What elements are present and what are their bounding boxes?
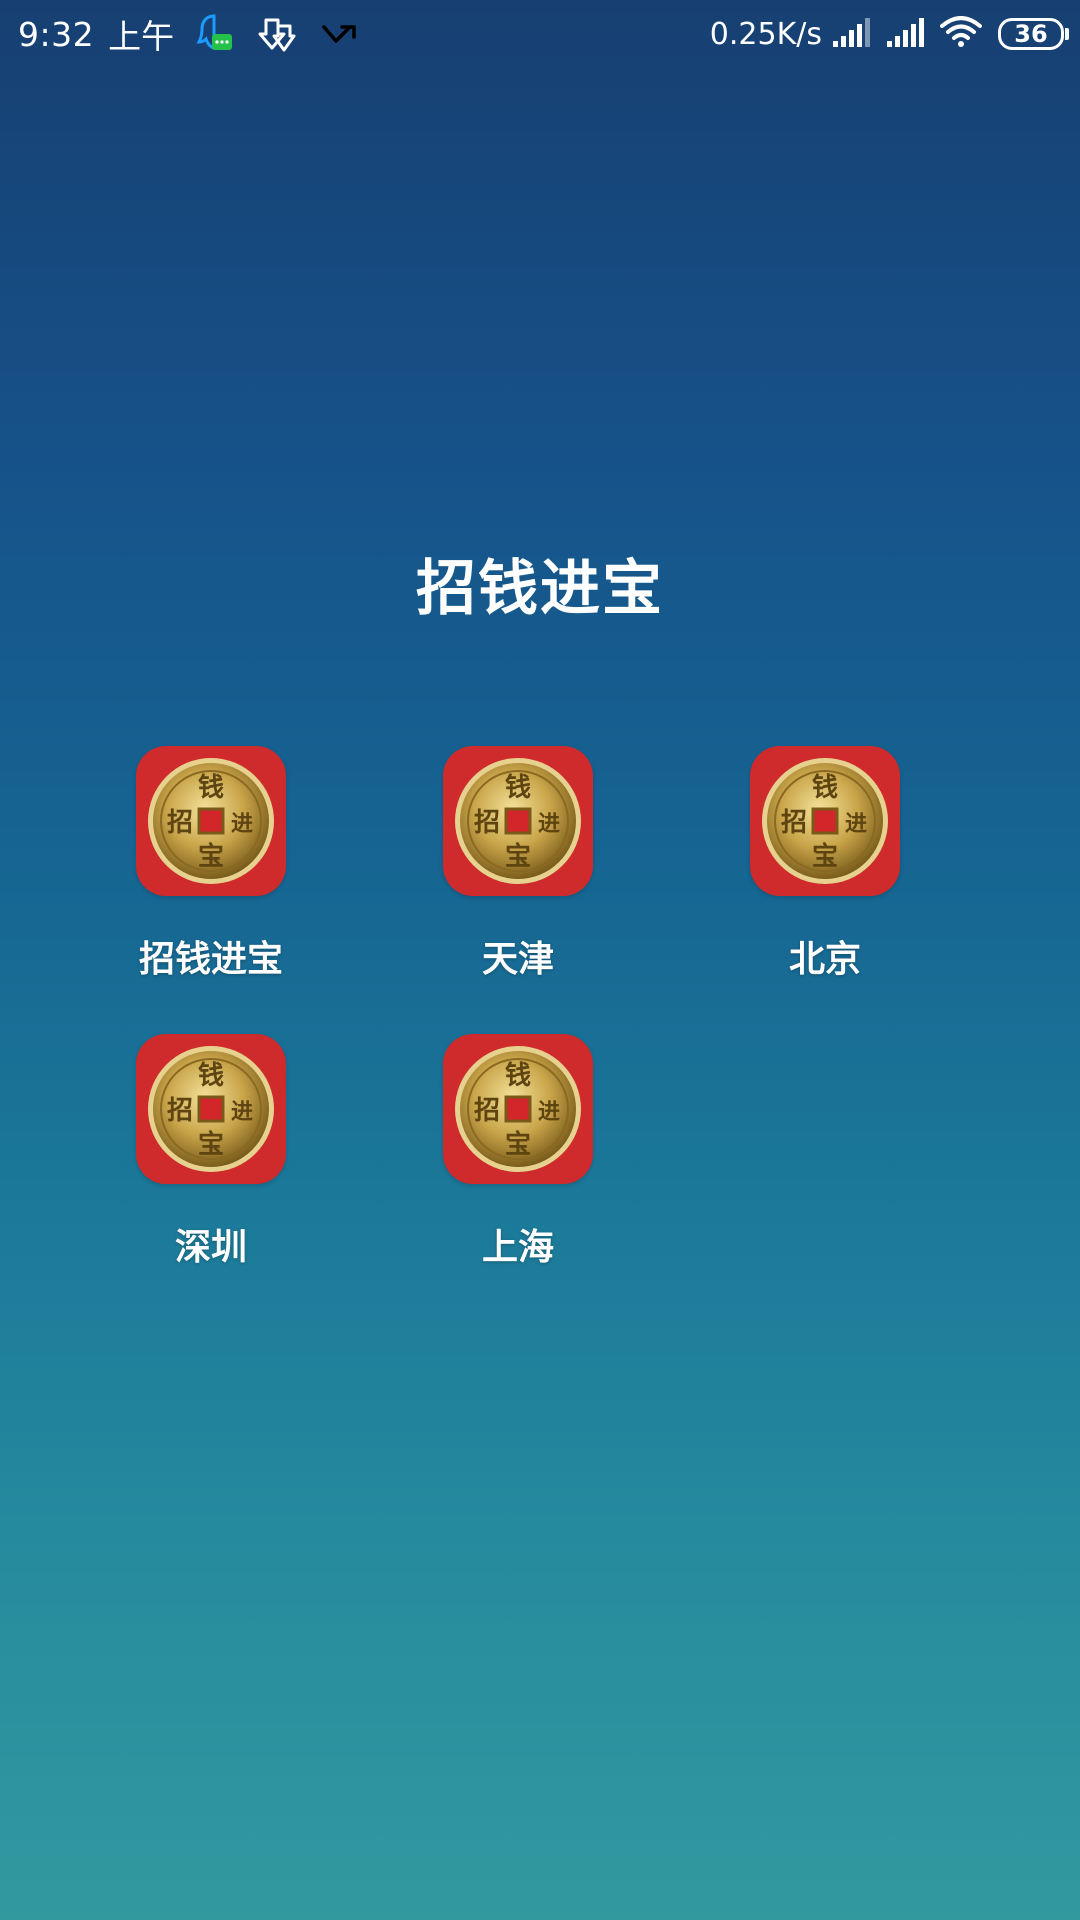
coin-glyph-top: 钱 bbox=[812, 773, 838, 803]
battery-icon: 36 bbox=[998, 18, 1069, 50]
status-bar: 9:32 上午 0.25K/s 36 bbox=[0, 0, 1080, 72]
app-label[interactable]: 上海 bbox=[418, 1218, 618, 1270]
coin-glyph-top: 钱 bbox=[198, 773, 224, 803]
coin-app-icon[interactable]: 钱 招 进 宝 bbox=[136, 746, 286, 896]
network-speed: 0.25K/s bbox=[709, 16, 822, 52]
download-icon bbox=[258, 14, 298, 54]
coin-glyph-bottom: 宝 bbox=[505, 1129, 531, 1160]
signal-icon bbox=[832, 17, 872, 51]
status-left: 9:32 上午 bbox=[18, 12, 360, 56]
coin-glyph-top: 钱 bbox=[505, 1061, 531, 1091]
app-label[interactable]: 天津 bbox=[418, 930, 618, 982]
app-beijing[interactable]: 钱 招 进 宝 北京 bbox=[725, 746, 925, 982]
coin-glyph-left: 招 bbox=[167, 1096, 193, 1126]
status-ampm: 上午 bbox=[108, 17, 175, 56]
app-label[interactable]: 北京 bbox=[725, 930, 925, 982]
app-tianjin[interactable]: 钱 招 进 宝 天津 bbox=[418, 746, 618, 982]
coin-glyph-right: 进 bbox=[538, 1100, 560, 1125]
coin-glyph-left: 招 bbox=[474, 808, 500, 838]
coin-glyph-top: 钱 bbox=[505, 773, 531, 803]
coin-app-icon[interactable]: 钱 招 进 宝 bbox=[443, 746, 593, 896]
missed-call-icon bbox=[320, 19, 360, 49]
coin-glyph-left: 招 bbox=[167, 808, 193, 838]
wifi-icon bbox=[940, 16, 982, 52]
app-zhaoqianjinbao[interactable]: 钱 招 进 宝 招钱进宝 bbox=[111, 746, 311, 982]
app-shenzhen[interactable]: 钱 招 进 宝 深圳 bbox=[111, 1034, 311, 1270]
coin-glyph-bottom: 宝 bbox=[198, 841, 224, 872]
app-shanghai[interactable]: 钱 招 进 宝 上海 bbox=[418, 1034, 618, 1270]
coin-app-icon[interactable]: 钱 招 进 宝 bbox=[750, 746, 900, 896]
app-label[interactable]: 深圳 bbox=[111, 1218, 311, 1270]
app-label[interactable]: 招钱进宝 bbox=[111, 930, 311, 982]
signal-icon bbox=[886, 17, 926, 51]
coin-glyph-right: 进 bbox=[845, 812, 867, 837]
coin-glyph-bottom: 宝 bbox=[505, 841, 531, 872]
qq-notification-icon bbox=[196, 12, 236, 56]
battery-level: 36 bbox=[1014, 20, 1048, 48]
coin-glyph-bottom: 宝 bbox=[812, 841, 838, 872]
coin-glyph-left: 招 bbox=[781, 808, 807, 838]
folder-title[interactable]: 招钱进宝 bbox=[0, 540, 1080, 627]
coin-app-icon[interactable]: 钱 招 进 宝 bbox=[443, 1034, 593, 1184]
coin-glyph-top: 钱 bbox=[198, 1061, 224, 1091]
status-time: 9:32 bbox=[18, 14, 95, 54]
coin-glyph-bottom: 宝 bbox=[198, 1129, 224, 1160]
coin-glyph-right: 进 bbox=[538, 812, 560, 837]
coin-glyph-right: 进 bbox=[231, 812, 253, 837]
coin-glyph-left: 招 bbox=[474, 1096, 500, 1126]
coin-app-icon[interactable]: 钱 招 进 宝 bbox=[136, 1034, 286, 1184]
status-right: 0.25K/s 36 bbox=[709, 12, 1069, 56]
coin-glyph-right: 进 bbox=[231, 1100, 253, 1125]
